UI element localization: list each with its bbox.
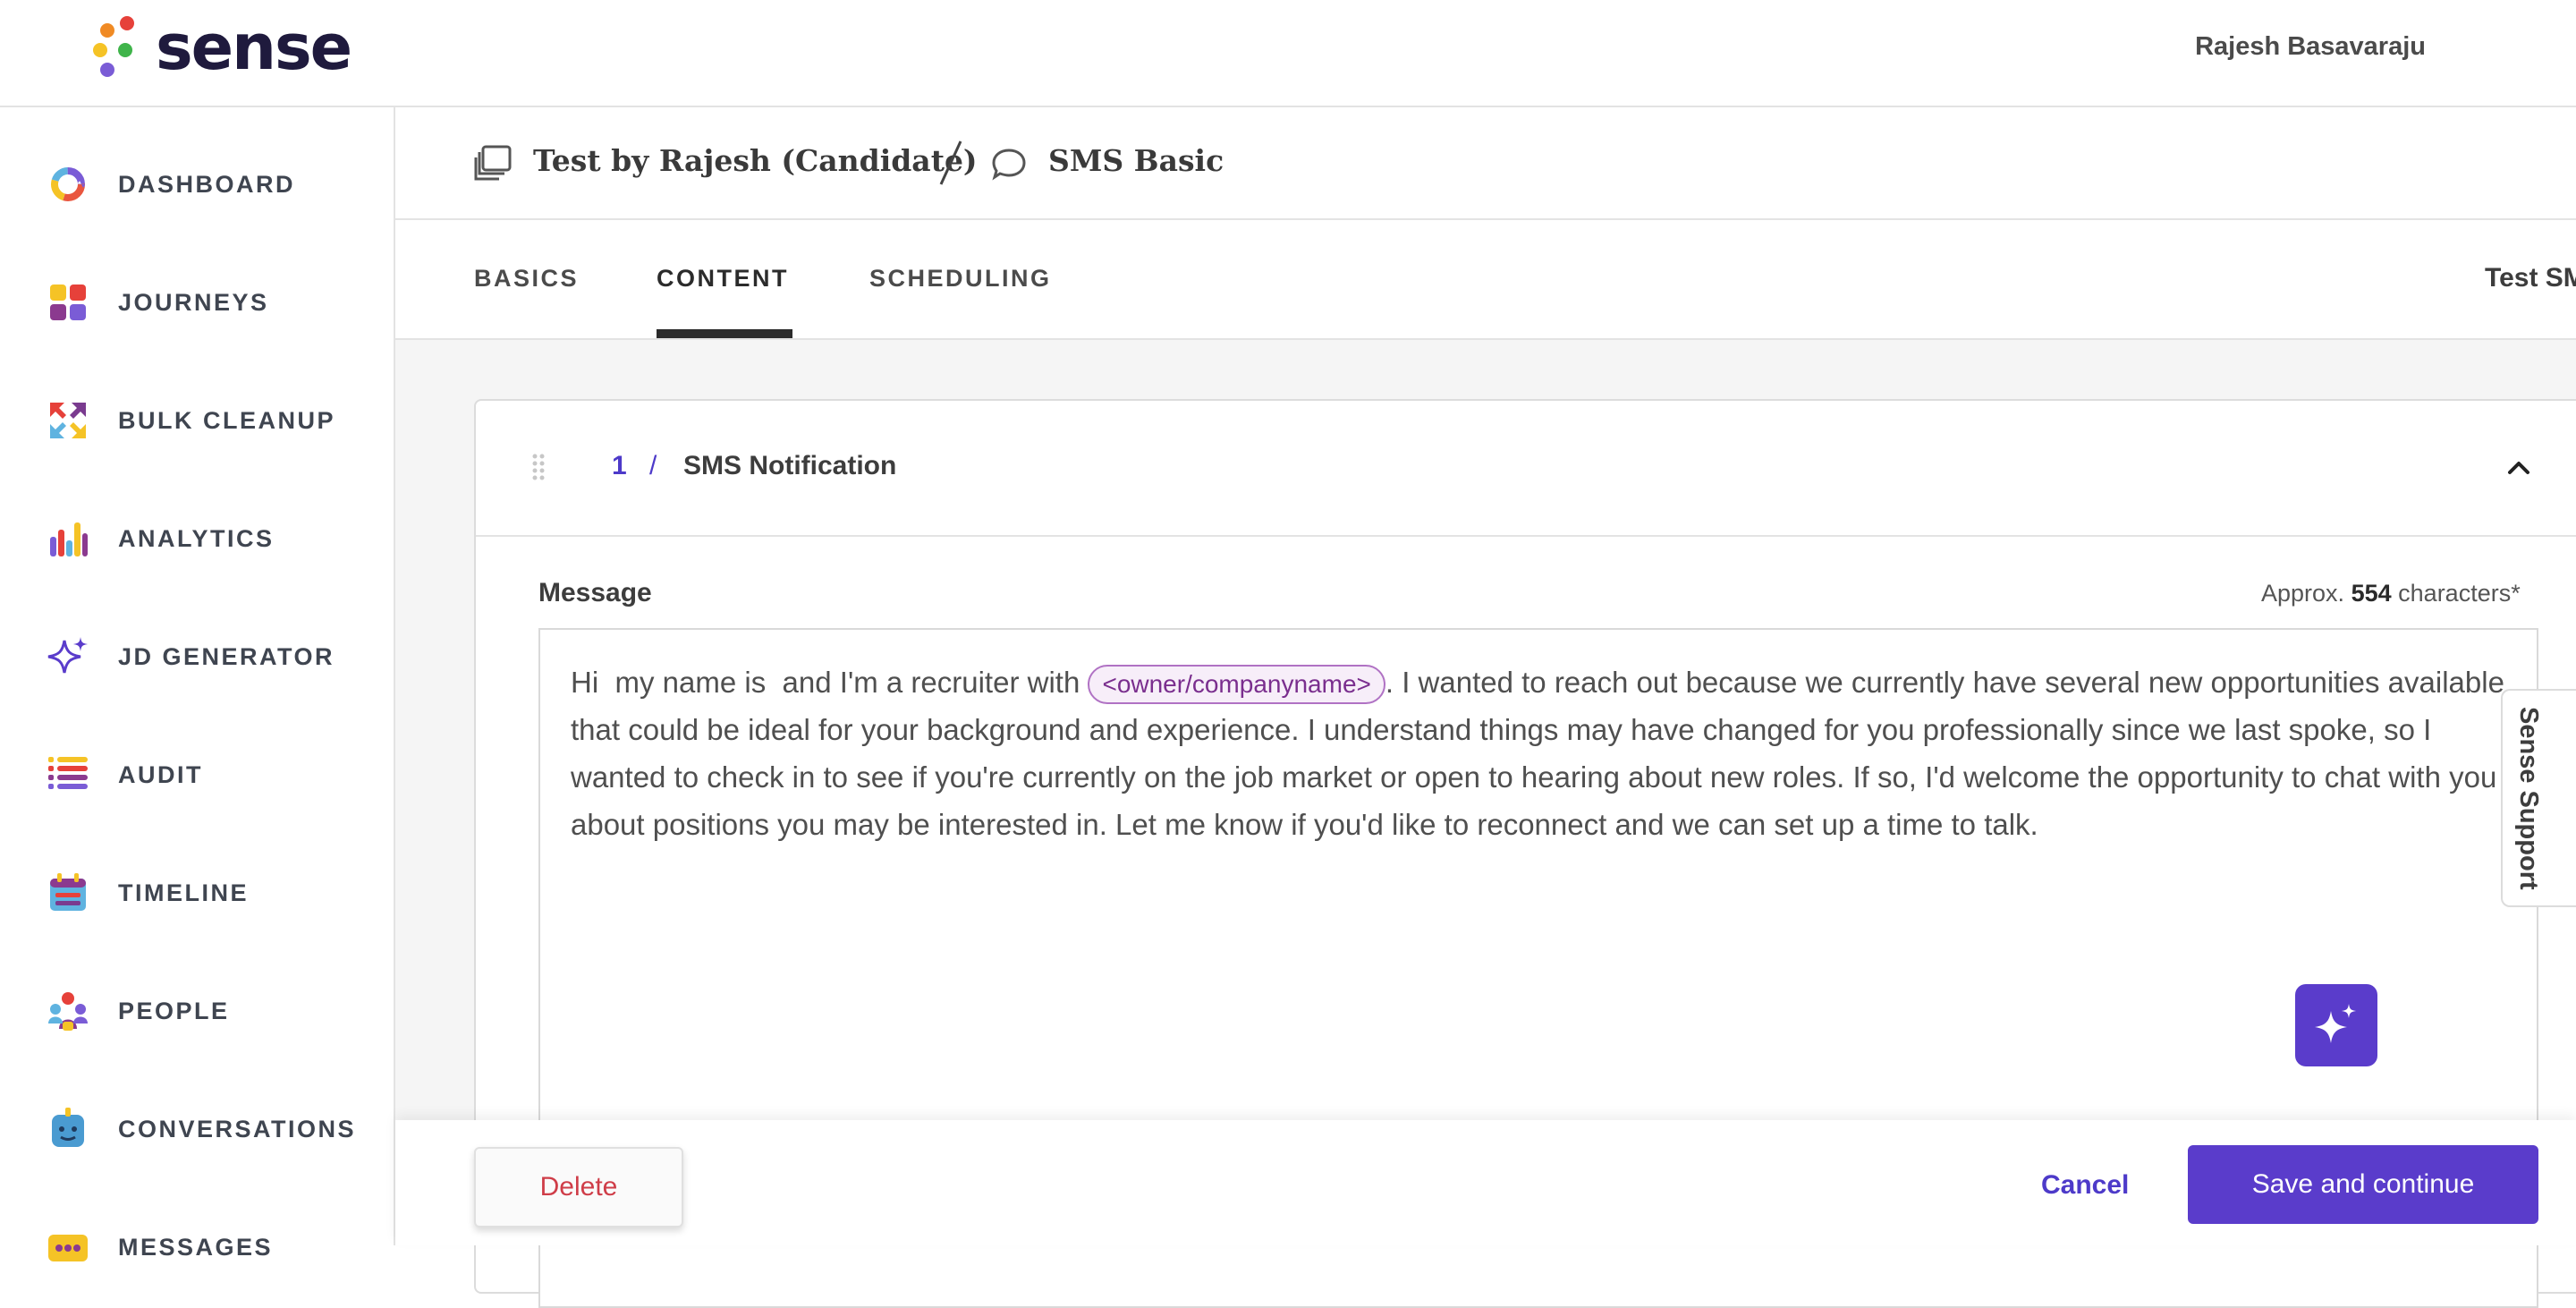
journey-stack-icon <box>474 145 512 181</box>
cancel-button[interactable]: Cancel <box>2041 1170 2129 1201</box>
merge-field-token[interactable]: <owner/companyname> <box>1088 665 1385 704</box>
card-header[interactable]: 1 / SMS Notification <box>476 401 2576 537</box>
sidebar-item-journeys[interactable]: JOURNEYS <box>0 258 394 347</box>
step-number: 1 <box>612 451 627 480</box>
action-footer: Delete Cancel Save and continue <box>395 1120 2576 1245</box>
sidebar-item-label: PEOPLE <box>118 997 230 1024</box>
logo-wordmark: sense <box>156 11 352 84</box>
sidebar-item-label: CONVERSATIONS <box>118 1115 357 1142</box>
user-name[interactable]: Rajesh Basavaraju <box>2195 32 2426 62</box>
sidebar-item-conversations[interactable]: CONVERSATIONS <box>0 1084 394 1174</box>
breadcrumb: Test by Rajesh (Candidate) SMS Basic <box>395 107 2576 220</box>
save-and-continue-button[interactable]: Save and continue <box>2188 1145 2538 1224</box>
sidebar-item-label: AUDIT <box>118 760 203 788</box>
sidebar-item-people[interactable]: PEOPLE <box>0 966 394 1056</box>
active-tab-indicator <box>657 329 792 338</box>
breadcrumb-message: SMS Basic <box>1048 143 1224 178</box>
ai-assist-button[interactable] <box>2295 984 2377 1066</box>
sidebar-item-label: ANALYTICS <box>118 524 275 552</box>
timeline-calendar-icon <box>50 873 86 911</box>
sidebar-item-jd-generator[interactable]: JD GENERATOR <box>0 612 394 701</box>
analytics-bars-icon <box>50 522 88 556</box>
top-header: sense Rajesh Basavaraju <box>0 0 2576 107</box>
chat-bubble-icon <box>992 149 1026 181</box>
sidebar-item-label: BULK CLEANUP <box>118 406 335 434</box>
sense-logo[interactable]: sense <box>93 11 352 84</box>
delete-button[interactable]: Delete <box>474 1147 683 1227</box>
message-text-start: Hi my name is and I'm a recruiter with <box>571 666 1089 699</box>
sidebar: DASHBOARD JOURNEYS BULK CLEANUP ANALYTIC… <box>0 107 395 1261</box>
tab-basics[interactable]: BASICS <box>474 265 579 293</box>
tab-scheduling[interactable]: SCHEDULING <box>869 265 1052 293</box>
messages-icon <box>48 1235 88 1261</box>
sidebar-item-messages[interactable]: MESSAGES <box>0 1202 394 1292</box>
sidebar-item-label: DASHBOARD <box>118 170 295 198</box>
sense-support-label: Sense Support <box>2514 707 2543 890</box>
chevron-up-icon[interactable] <box>2504 454 2533 481</box>
sidebar-item-dashboard[interactable]: DASHBOARD <box>0 140 394 229</box>
sparkle-icon <box>2315 1004 2356 1043</box>
character-count: Approx. 554 characters* <box>2261 580 2521 607</box>
drag-handle-icon[interactable] <box>531 453 546 483</box>
character-count-prefix: Approx. <box>2261 580 2345 607</box>
breadcrumb-separator-icon <box>939 140 962 185</box>
audit-list-icon <box>48 757 88 789</box>
message-label: Message <box>538 578 652 607</box>
sidebar-item-label: TIMELINE <box>118 879 249 906</box>
logo-dots-icon <box>93 16 138 79</box>
test-sms-button[interactable]: Test SMS <box>2485 263 2576 293</box>
sidebar-item-analytics[interactable]: ANALYTICS <box>0 494 394 583</box>
sidebar-item-audit[interactable]: AUDIT <box>0 730 394 820</box>
sidebar-item-label: JOURNEYS <box>118 288 269 316</box>
bulk-cleanup-arrows-icon <box>50 403 86 438</box>
sense-support-tab[interactable]: Sense Support <box>2501 689 2576 907</box>
step-title: SMS Notification <box>683 451 897 480</box>
main-content: Test by Rajesh (Candidate) SMS Basic BAS… <box>395 107 2576 1308</box>
people-icon <box>48 992 88 1031</box>
bot-chat-icon <box>52 1108 84 1147</box>
step-separator: / <box>649 451 657 480</box>
tab-bar: BASICS CONTENT SCHEDULING Test SMS <box>395 220 2576 340</box>
tab-content[interactable]: CONTENT <box>657 265 789 293</box>
message-text[interactable]: Hi my name is and I'm a recruiter with <… <box>571 658 2512 848</box>
dashboard-ring-icon <box>51 167 85 201</box>
sidebar-item-timeline[interactable]: TIMELINE <box>0 848 394 938</box>
sidebar-item-label: MESSAGES <box>118 1233 274 1261</box>
journeys-grid-icon <box>50 285 86 320</box>
sparkle-icon <box>47 637 88 674</box>
sidebar-item-label: JD GENERATOR <box>118 642 335 670</box>
character-count-suffix: characters* <box>2398 580 2521 607</box>
character-count-value: 554 <box>2351 580 2392 607</box>
breadcrumb-journey[interactable]: Test by Rajesh (Candidate) <box>533 143 978 178</box>
sidebar-item-bulk-cleanup[interactable]: BULK CLEANUP <box>0 376 394 465</box>
